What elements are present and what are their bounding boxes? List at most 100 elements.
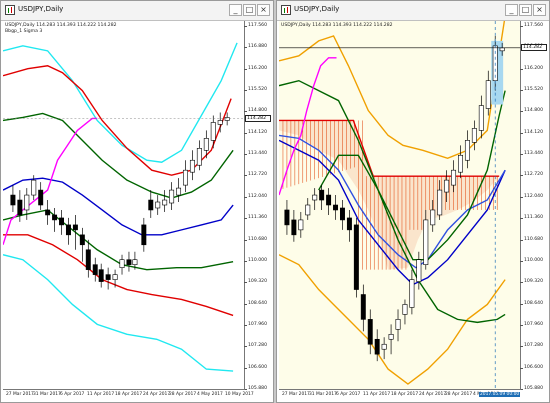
price-tick-label: 116.200 <box>244 65 267 71</box>
price-tick-label: 115.520 <box>244 87 267 93</box>
current-price-tag: 114.282 <box>245 115 271 122</box>
chart-window-right[interactable]: USDJPY,Daily _ □ × USDJPY,Daily 114.283 … <box>276 0 550 403</box>
price-candle <box>162 199 168 206</box>
price-candle <box>333 204 339 211</box>
price-candle <box>31 179 37 196</box>
time-tick-label: 28 Apr 2017 <box>445 392 473 397</box>
price-candle <box>451 169 457 186</box>
price-candle <box>52 214 58 221</box>
time-tick-label: 18 Apr 2017 <box>391 392 419 397</box>
middle-blue-line <box>3 177 234 236</box>
price-candle <box>312 194 318 201</box>
price-candle <box>353 224 359 290</box>
price-tick-label: 107.280 <box>244 343 267 349</box>
price-tick-label: 107.280 <box>520 343 543 349</box>
price-tick-label: 114.120 <box>520 129 543 135</box>
time-tick-label: 24 Apr 2017 <box>143 392 171 397</box>
lower-red-band-line <box>3 234 234 317</box>
price-candle <box>444 179 450 193</box>
time-tick-label: 28 Apr 2017 <box>169 392 197 397</box>
price-tick-label: 116.200 <box>520 65 543 71</box>
time-tick-label: 31 Mar 2017 <box>309 392 337 397</box>
price-tick-label: 108.640 <box>520 300 543 306</box>
price-candle <box>132 259 138 265</box>
price-tick-label: 109.320 <box>520 279 543 285</box>
price-axis[interactable]: 117.560116.880116.200115.520114.800114.1… <box>244 21 273 391</box>
price-candle <box>126 259 132 265</box>
price-chart-area[interactable] <box>279 21 521 390</box>
ohlc-readout: USDJPY,Daily 114.283 114.393 114.222 114… <box>281 23 393 28</box>
time-tick-label: 27 Mar 2017 <box>282 392 310 397</box>
price-candle <box>224 117 230 121</box>
price-candle <box>374 338 380 355</box>
lower-cyan-band-line <box>3 254 234 372</box>
price-tick-label: 113.440 <box>520 151 543 157</box>
price-tick-label: 112.040 <box>520 193 543 199</box>
price-tick-label: 110.000 <box>520 257 543 263</box>
price-candle <box>423 219 429 265</box>
time-tick-label: 18 Apr 2017 <box>115 392 143 397</box>
price-tick-label: 108.640 <box>244 300 267 306</box>
minimize-button[interactable]: _ <box>505 4 518 16</box>
title-bar[interactable]: USDJPY,Daily _ □ × <box>277 1 549 21</box>
price-tick-label: 114.800 <box>520 108 543 114</box>
price-candle <box>210 122 216 141</box>
price-tick-label: 109.320 <box>244 279 267 285</box>
time-axis[interactable]: 27 Mar 2017 31 Mar 2017 6 Apr 2017 11 Apr 2… <box>279 389 521 402</box>
price-candle <box>485 80 491 109</box>
price-tick-label: 113.440 <box>244 151 267 157</box>
price-tick-label: 116.880 <box>244 44 267 50</box>
lower-orange-band-line <box>279 254 506 385</box>
price-candle <box>367 319 373 345</box>
price-candle <box>183 169 188 186</box>
chart-window-icon <box>5 5 15 15</box>
price-tick-label: 112.720 <box>520 172 543 178</box>
price-candle <box>402 304 408 315</box>
upper-cyan-band-line <box>3 42 238 163</box>
price-candle <box>85 249 91 270</box>
time-tick-label: 4 May 2017 <box>197 392 223 397</box>
price-candle <box>72 224 78 231</box>
price-candle <box>10 194 16 206</box>
price-chart-area[interactable] <box>3 21 245 390</box>
close-button[interactable]: × <box>257 4 270 16</box>
price-candle <box>409 279 415 308</box>
price-candle <box>478 105 484 131</box>
price-candle <box>176 187 182 196</box>
minimize-button[interactable]: _ <box>229 4 242 16</box>
price-tick-label: 115.520 <box>520 87 543 93</box>
price-candle <box>388 334 394 340</box>
price-candle <box>464 140 470 161</box>
price-tick-label: 117.560 <box>520 23 543 28</box>
maximize-button[interactable]: □ <box>243 4 256 16</box>
time-axis[interactable]: 27 Mar 2017 31 Mar 2017 6 Apr 2017 11 Apr 2… <box>3 389 254 402</box>
price-tick-label: 110.680 <box>520 236 543 242</box>
price-candle <box>24 194 30 211</box>
price-tick-label: 114.800 <box>244 108 267 114</box>
close-button[interactable]: × <box>533 4 546 16</box>
lower-green-band-line <box>3 209 234 271</box>
price-axis[interactable]: 117.560116.880116.200115.520114.800114.1… <box>520 21 549 391</box>
price-candle <box>38 189 44 206</box>
price-candle <box>291 219 297 236</box>
price-candle <box>112 274 118 280</box>
title-bar[interactable]: USDJPY,Daily _ □ × <box>1 1 273 21</box>
price-candle <box>284 209 290 226</box>
price-candle <box>430 209 436 226</box>
price-candle <box>203 138 209 151</box>
price-tick-label: 111.360 <box>244 215 267 221</box>
price-candle <box>326 194 332 206</box>
window-title: USDJPY,Daily <box>18 5 64 13</box>
price-candle <box>381 343 387 350</box>
chart-window-left[interactable]: USDJPY,Daily _ □ × USDJPY,Daily 114.283 … <box>0 0 274 403</box>
price-tick-label: 106.600 <box>244 364 267 370</box>
price-tick-label: 105.880 <box>520 386 543 391</box>
price-candle <box>59 217 64 226</box>
maximize-button[interactable]: □ <box>519 4 532 16</box>
time-tick-label: 10 May 2017 <box>225 392 254 397</box>
price-candle <box>339 207 345 221</box>
price-candle <box>92 264 98 275</box>
window-title: USDJPY,Daily <box>294 5 340 13</box>
chart-info-overlay: USDJPY,Daily 114.283 114.393 114.222 114… <box>5 23 117 35</box>
price-candle <box>169 189 175 204</box>
